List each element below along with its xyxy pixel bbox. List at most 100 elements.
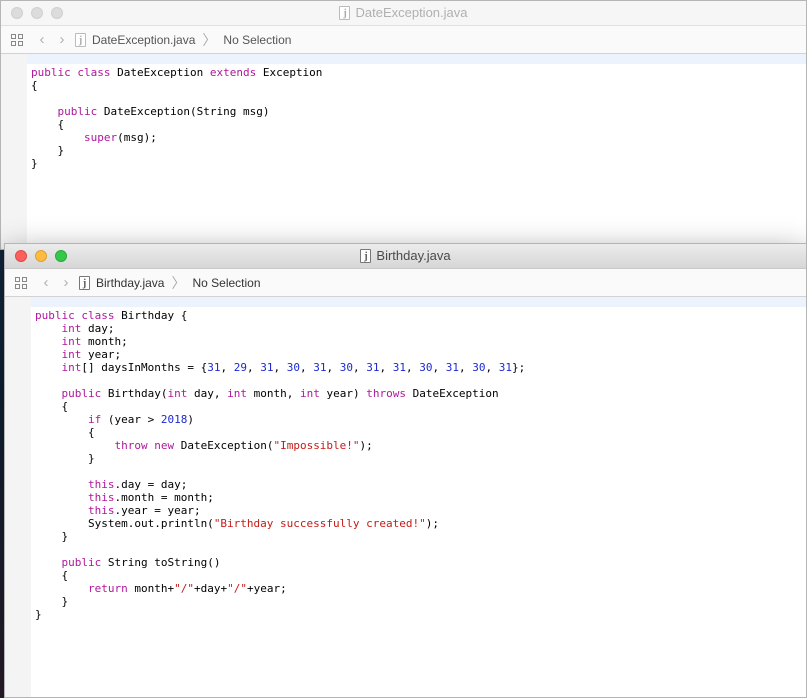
java-file-icon: j	[75, 32, 86, 47]
code-line[interactable]: public class DateException extends Excep…	[31, 66, 806, 79]
code-line[interactable]: }	[31, 144, 806, 157]
source-code[interactable]: public class DateException extends Excep…	[27, 64, 806, 170]
code-text: (year >	[101, 413, 161, 426]
code-line[interactable]: {	[31, 79, 806, 92]
code-line[interactable]: int month;	[35, 335, 806, 348]
code-line[interactable]: }	[35, 595, 806, 608]
code-text: month+	[127, 582, 175, 595]
code-text: ,	[405, 361, 420, 374]
code-text: }	[31, 144, 65, 157]
code-line[interactable]: public Birthday(int day, int month, int …	[35, 387, 806, 400]
close-button[interactable]	[11, 7, 23, 19]
code-text: DateException(String msg)	[97, 105, 270, 118]
code-keyword: if	[87, 413, 102, 426]
code-number: 31	[498, 361, 512, 374]
code-text: year)	[319, 387, 367, 400]
jump-bar-file[interactable]: DateException.java	[92, 33, 195, 47]
code-keyword: int	[299, 387, 320, 400]
code-text: ,	[220, 361, 234, 374]
code-line[interactable]: int year;	[35, 348, 806, 361]
code-line[interactable]: {	[35, 569, 806, 582]
code-string: "Birthday successfully created!"	[213, 517, 426, 530]
forward-chevron-icon[interactable]: ›	[55, 31, 69, 48]
jump-bar-file[interactable]: Birthday.java	[96, 276, 164, 290]
code-line[interactable]: int day;	[35, 322, 806, 335]
minimize-button[interactable]	[31, 7, 43, 19]
code-line[interactable]: return month+"/"+day+"/"+year;	[35, 582, 806, 595]
code-number: 31	[260, 361, 274, 374]
code-line[interactable]: public String toString()	[35, 556, 806, 569]
code-text: {	[35, 426, 95, 439]
code-line[interactable]	[35, 465, 806, 478]
code-line[interactable]: System.out.println("Birthday successfull…	[35, 517, 806, 530]
code-line[interactable]: }	[31, 157, 806, 170]
title-bar[interactable]: j DateException.java	[1, 1, 806, 26]
related-items-icon[interactable]	[15, 276, 27, 289]
code-line[interactable]: }	[35, 608, 806, 621]
code-string: "/"	[227, 582, 247, 595]
code-keyword: this	[87, 504, 115, 517]
code-text: ,	[432, 361, 446, 374]
jump-bar-selection[interactable]: No Selection	[223, 33, 291, 47]
zoom-button[interactable]	[51, 7, 63, 19]
code-keyword: this	[87, 491, 115, 504]
forward-chevron-icon[interactable]: ›	[59, 274, 73, 291]
code-line[interactable]: {	[35, 426, 806, 439]
code-line[interactable]	[35, 543, 806, 556]
code-keyword: new	[154, 439, 175, 452]
close-button[interactable]	[15, 250, 27, 262]
code-keyword: public	[35, 309, 75, 322]
window-title: j Birthday.java	[360, 244, 451, 268]
zoom-button[interactable]	[55, 250, 67, 262]
code-line[interactable]: }	[35, 452, 806, 465]
code-text: month;	[81, 335, 128, 348]
code-keyword: public	[61, 556, 102, 569]
back-chevron-icon[interactable]: ‹	[35, 31, 49, 48]
code-line[interactable]: {	[35, 400, 806, 413]
code-text: ,	[379, 361, 393, 374]
code-line[interactable]: super(msg);	[31, 131, 806, 144]
code-number: 31	[392, 361, 406, 374]
code-line[interactable]: {	[31, 118, 806, 131]
code-line[interactable]	[31, 92, 806, 105]
code-line[interactable]: this.year = year;	[35, 504, 806, 517]
code-line[interactable]: }	[35, 530, 806, 543]
code-keyword: public	[61, 387, 102, 400]
code-text: Birthday(	[101, 387, 168, 400]
code-line[interactable]: this.month = month;	[35, 491, 806, 504]
code-text: );	[425, 517, 439, 530]
window-title: j DateException.java	[339, 1, 468, 25]
back-chevron-icon[interactable]: ‹	[39, 274, 53, 291]
title-bar[interactable]: j Birthday.java	[5, 244, 806, 269]
code-text: .month = month;	[114, 491, 214, 504]
code-line[interactable]: int[] daysInMonths = {31, 29, 31, 30, 31…	[35, 361, 806, 374]
code-editor[interactable]: public class Birthday { int day; int mon…	[5, 297, 806, 697]
code-text: DateException	[110, 66, 210, 79]
java-file-icon: j	[339, 6, 351, 20]
code-line[interactable]: if (year > 2018)	[35, 413, 806, 426]
code-line[interactable]: this.day = day;	[35, 478, 806, 491]
jump-bar: ‹ › j DateException.java 〉 No Selection	[1, 26, 806, 54]
code-keyword: extends	[209, 66, 257, 79]
code-line[interactable]: public DateException(String msg)	[31, 105, 806, 118]
related-items-icon[interactable]	[11, 33, 23, 46]
code-line[interactable]: throw new DateException("Impossible!");	[35, 439, 806, 452]
code-line[interactable]: public class Birthday {	[35, 309, 806, 322]
code-editor[interactable]: public class DateException extends Excep…	[1, 54, 806, 249]
code-text: );	[359, 439, 373, 452]
source-code[interactable]: public class Birthday { int day; int mon…	[31, 307, 806, 621]
code-number: 30	[472, 361, 486, 374]
jump-bar-selection[interactable]: No Selection	[192, 276, 260, 290]
minimize-button[interactable]	[35, 250, 47, 262]
code-line[interactable]	[35, 374, 806, 387]
code-text: DateException	[405, 387, 499, 400]
code-text: year;	[81, 348, 122, 361]
code-text: )	[187, 413, 194, 426]
